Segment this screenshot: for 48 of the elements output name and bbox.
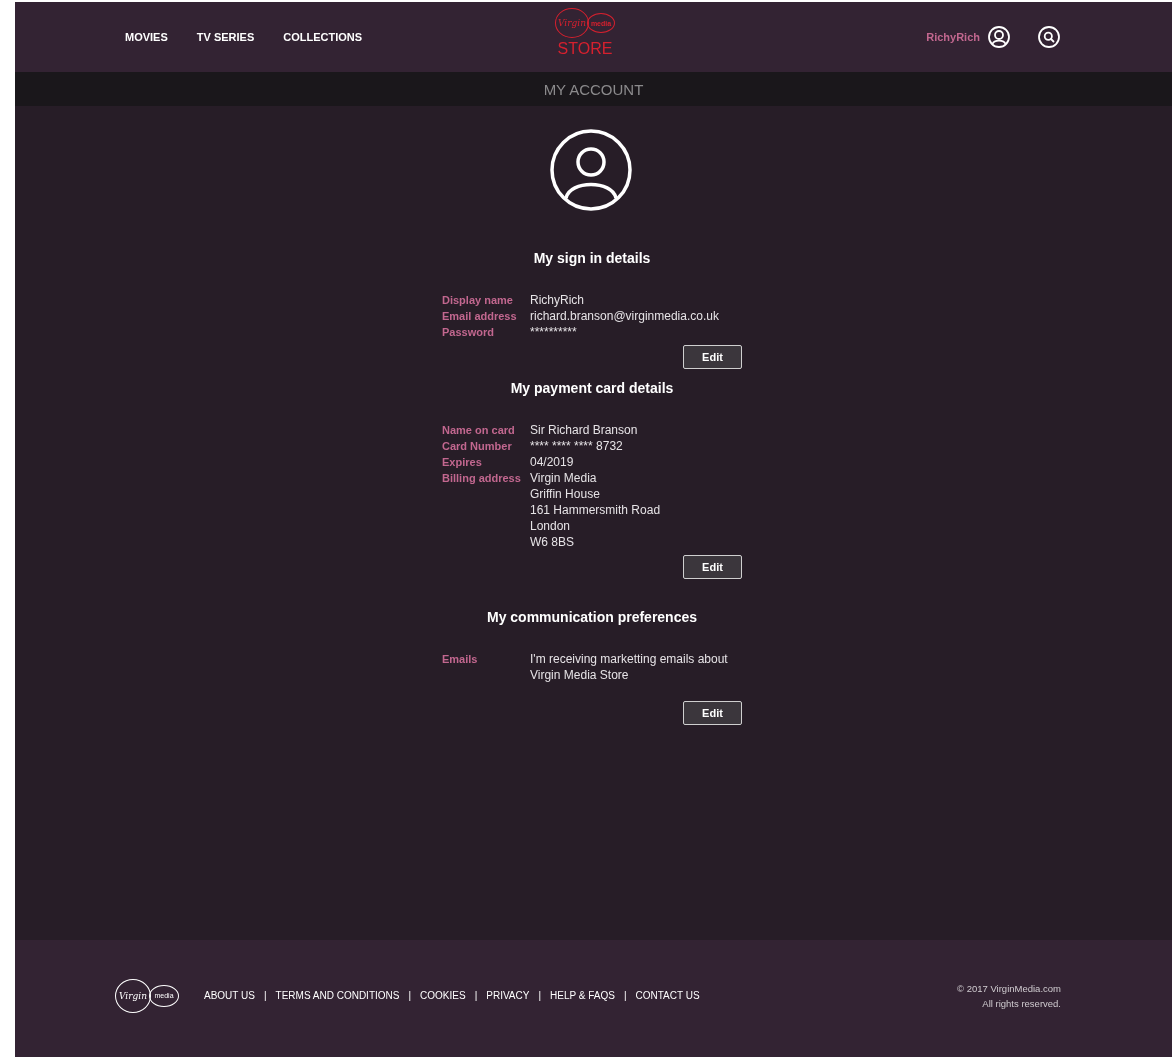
footer-link[interactable]: TERMS AND CONDITIONS — [275, 990, 400, 1001]
page-title: MY ACCOUNT — [543, 80, 644, 98]
field-value: 04/2019 — [530, 454, 575, 470]
link-separator: | — [538, 990, 542, 1001]
field-value: ********** — [530, 324, 578, 340]
field-label: Card Number — [442, 439, 513, 454]
nav-link[interactable]: COLLECTIONS — [283, 31, 363, 43]
user-avatar-icon — [548, 128, 633, 212]
footer-link[interactable]: CONTACT US — [635, 990, 700, 1001]
footer-link[interactable]: HELP & FAQS — [550, 990, 615, 1001]
edit-button[interactable]: Edit — [683, 555, 742, 579]
field-label: Billing address — [442, 471, 522, 486]
section-heading: My communication preferences — [485, 609, 699, 625]
field-label: Password — [442, 325, 495, 340]
field-value: Virgin Media — [530, 470, 598, 486]
field-value: Sir Richard Branson — [530, 422, 639, 438]
edit-button[interactable]: Edit — [683, 701, 742, 725]
field-value: RichyRich — [530, 292, 585, 308]
copyright-text: © 2017 VirginMedia.com — [957, 982, 1061, 994]
logo-wordmark: STORE — [557, 40, 613, 58]
field-value: 161 Hammersmith Road — [530, 502, 662, 518]
footer-link[interactable]: COOKIES — [420, 990, 466, 1001]
section-heading: My sign in details — [532, 250, 652, 266]
field-label: Emails — [442, 652, 479, 667]
footer-link[interactable]: ABOUT US — [204, 990, 255, 1001]
field-value: **** **** **** 8732 — [530, 438, 624, 454]
search-icon[interactable] — [1038, 26, 1060, 48]
edit-button[interactable]: Edit — [683, 345, 742, 369]
section-heading: My payment card details — [509, 380, 675, 396]
link-separator: | — [623, 990, 627, 1001]
rights-text: All rights reserved. — [982, 997, 1061, 1009]
field-value: London — [530, 518, 572, 534]
link-separator: | — [408, 990, 412, 1001]
field-value: Griffin House — [530, 486, 601, 502]
field-label: Expires — [442, 455, 483, 470]
field-value: richard.branson@virginmedia.co.uk — [530, 308, 720, 324]
field-label: Name on card — [442, 423, 516, 438]
link-separator: | — [263, 990, 267, 1001]
nav-link[interactable]: TV SERIES — [196, 31, 255, 43]
username-link[interactable]: RichyRich — [926, 31, 980, 43]
link-separator: | — [474, 990, 478, 1001]
field-label: Display name — [442, 293, 514, 308]
user-icon[interactable] — [988, 26, 1010, 48]
nav-link[interactable]: MOVIES — [125, 31, 168, 43]
field-label: Email address — [442, 309, 518, 324]
field-value: I'm receiving marketting emails about Virgin Media Store — [530, 651, 729, 683]
footer-link[interactable]: PRIVACY — [486, 990, 530, 1001]
field-value: W6 8BS — [530, 534, 575, 550]
